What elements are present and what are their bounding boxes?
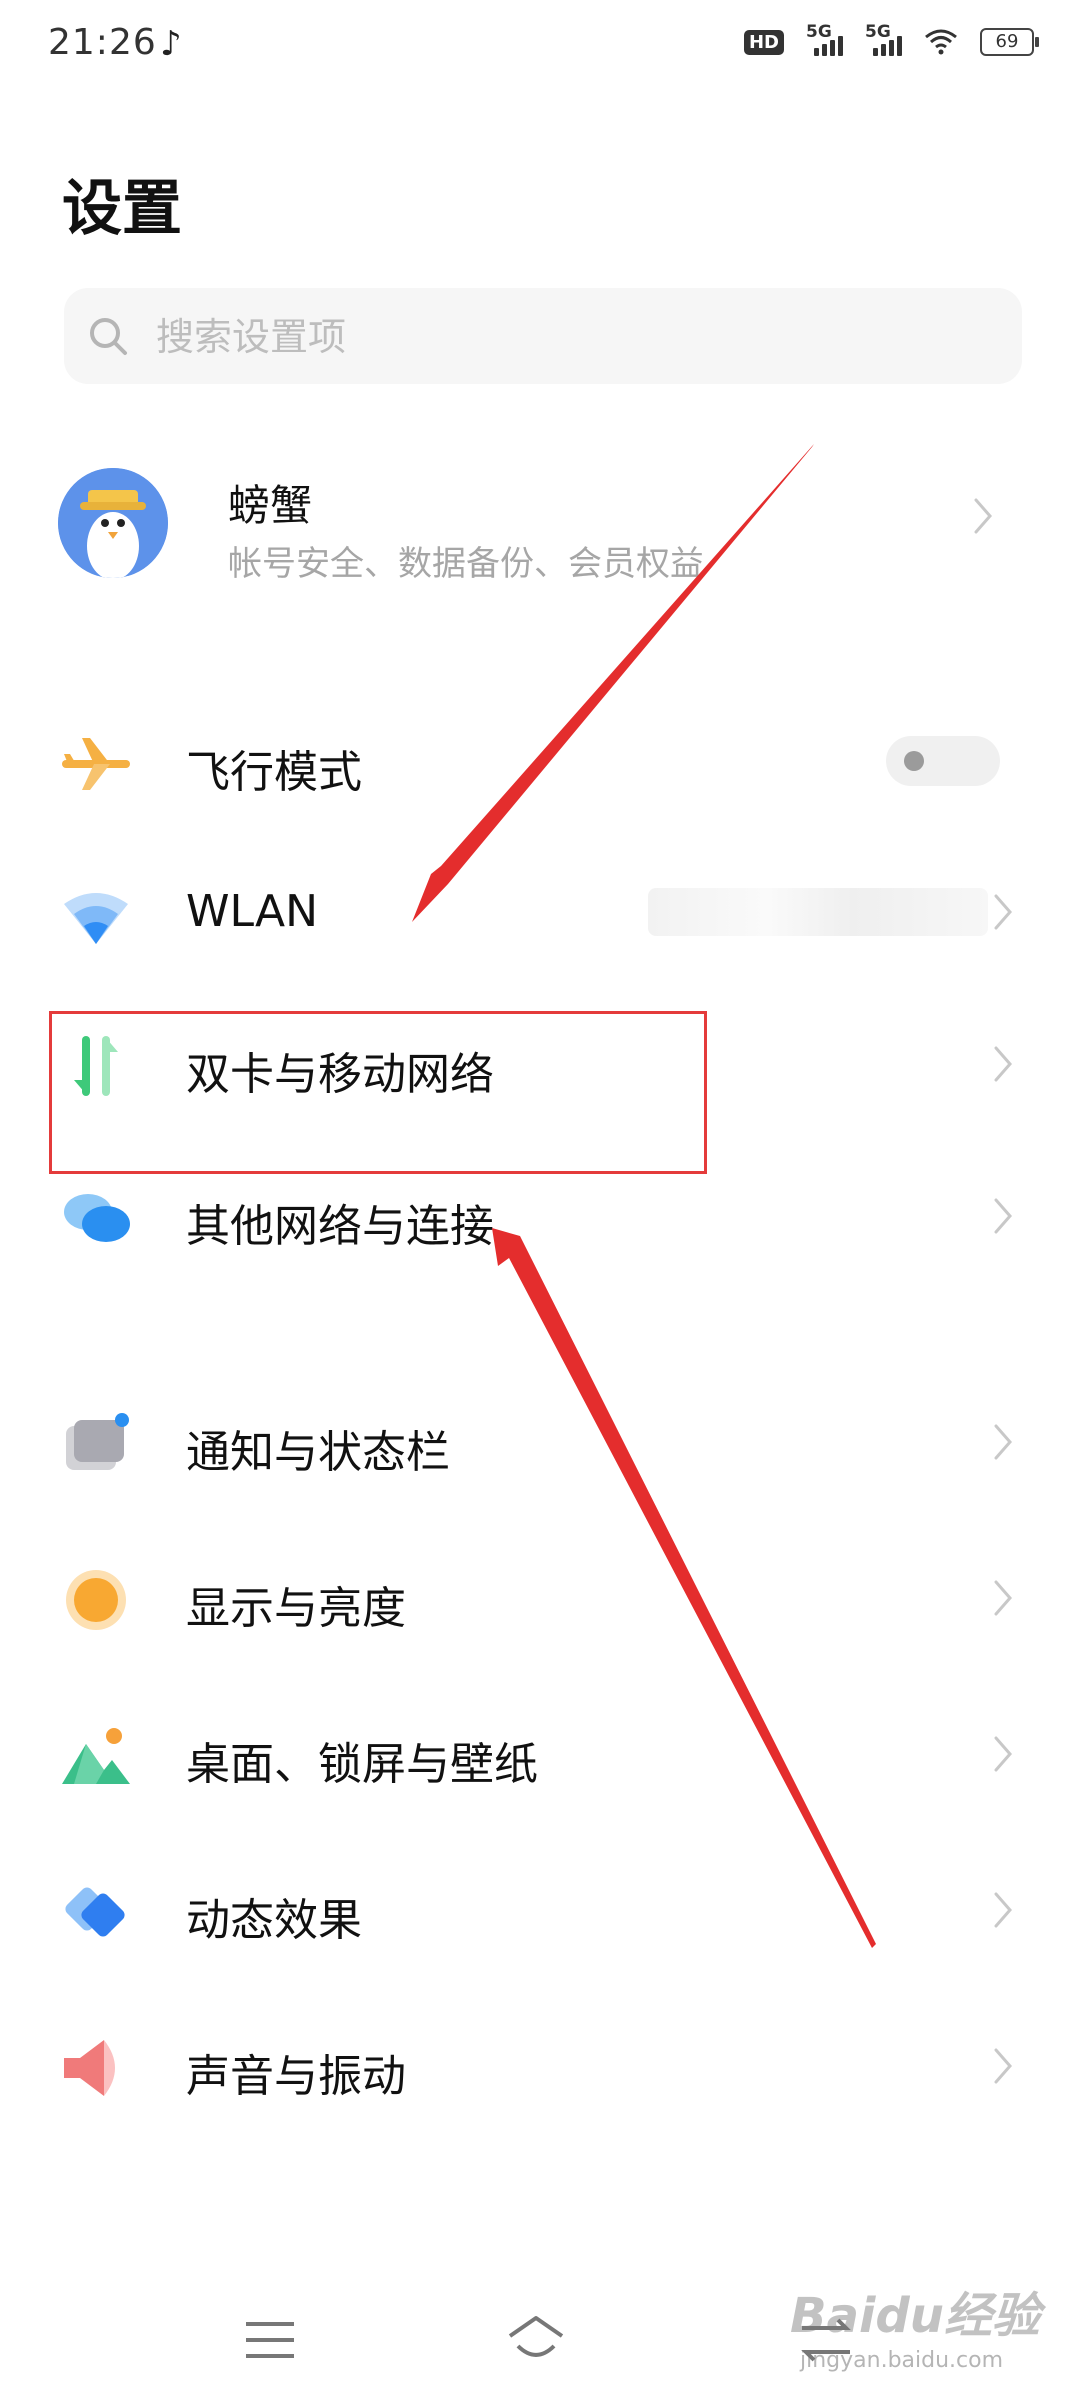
wallpaper-icon [62, 1728, 130, 1784]
setting-row-notifications[interactable]: 通知与状态栏 [0, 1368, 1080, 1518]
chevron-right-icon [994, 894, 1012, 930]
setting-label: 通知与状态栏 [186, 1427, 450, 1478]
page-title: 设置 [62, 174, 182, 244]
wlan-network-name-redacted [648, 888, 988, 936]
connections-icon [64, 1194, 130, 1242]
setting-row-wlan[interactable]: WLAN [0, 838, 1080, 988]
notification-icon [66, 1413, 129, 1470]
setting-row-airplane-mode[interactable]: 飞行模式 [0, 688, 1080, 838]
setting-row-display-brightness[interactable]: 显示与亮度 [0, 1524, 1080, 1674]
chevron-right-icon [994, 1736, 1012, 1772]
menu-icon[interactable] [240, 2310, 300, 2370]
annotation-highlight-box [49, 1011, 707, 1174]
chevron-right-icon [974, 498, 992, 534]
penguin-avatar-icon [58, 468, 168, 578]
setting-label: WLAN [186, 886, 319, 937]
signal-sim1-icon: 5G [806, 22, 843, 56]
setting-row-sound-vibration[interactable]: 声音与振动 [0, 1992, 1080, 2142]
setting-label: 显示与亮度 [186, 1583, 406, 1634]
chevron-right-icon [994, 1580, 1012, 1616]
hd-voice-icon: HD [743, 29, 784, 55]
setting-label: 飞行模式 [186, 747, 362, 798]
sound-icon [64, 2040, 115, 2096]
airplane-mode-toggle[interactable] [886, 736, 1000, 786]
account-name: 螃蟹 [228, 481, 313, 530]
setting-row-animation[interactable]: 动态效果 [0, 1836, 1080, 1986]
signal-sim2-icon: 5G [865, 22, 902, 56]
setting-row-wallpaper[interactable]: 桌面、锁屏与壁纸 [0, 1680, 1080, 1830]
search-icon [90, 318, 127, 355]
setting-label: 声音与振动 [186, 2051, 406, 2102]
baidu-jingyan-watermark: Baidu经验 jingyan.baidu.com [790, 2288, 1040, 2373]
home-icon[interactable] [506, 2310, 566, 2370]
status-icons: HD 5G 5G 69 [743, 22, 1039, 56]
wifi-icon [64, 893, 128, 944]
avatar [58, 468, 168, 578]
chevron-right-icon [994, 2048, 1012, 2084]
animation-icon [65, 1887, 125, 1937]
chevron-right-icon [994, 1892, 1012, 1928]
battery-icon: 69 [980, 28, 1039, 56]
chevron-right-icon [994, 1198, 1012, 1234]
airplane-icon [62, 738, 130, 790]
setting-label: 其他网络与连接 [186, 1201, 494, 1252]
brightness-icon [66, 1570, 126, 1630]
chevron-right-icon [994, 1424, 1012, 1460]
status-time: 21:26 [48, 22, 157, 63]
tiktok-notification-icon: ♪ [160, 24, 182, 64]
search-input[interactable] [154, 300, 978, 374]
wifi-status-icon [925, 29, 957, 55]
setting-label: 桌面、锁屏与壁纸 [186, 1739, 538, 1790]
chevron-right-icon [994, 1046, 1012, 1082]
account-subtitle: 帐号安全、数据备份、会员权益 [228, 544, 704, 584]
setting-label: 动态效果 [186, 1895, 362, 1946]
